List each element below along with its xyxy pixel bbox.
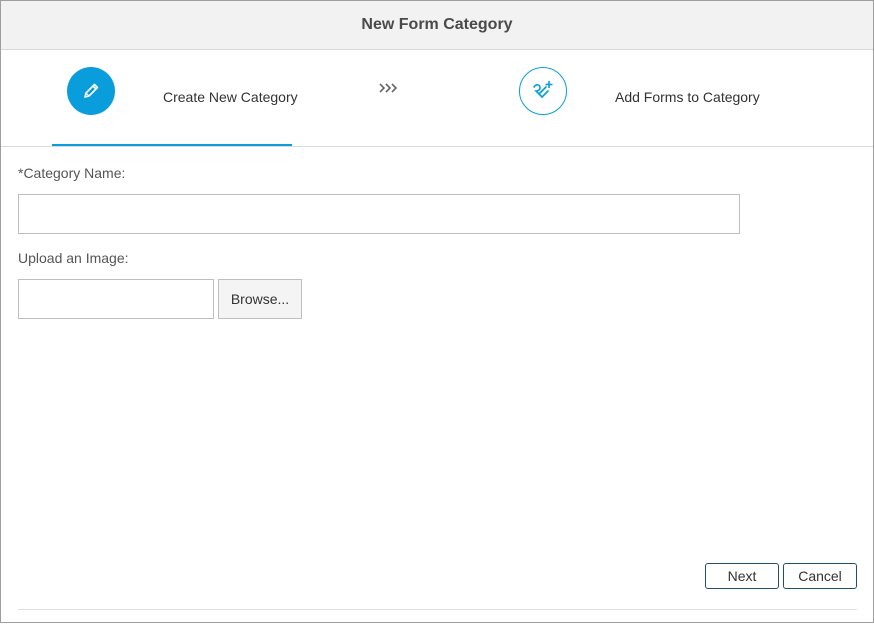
dialog-titlebar: New Form Category xyxy=(1,1,873,50)
step-label-add-forms: Add Forms to Category xyxy=(615,89,760,105)
wizard-steps: Create New Category Add Forms to Categor… xyxy=(1,50,873,147)
upload-image-path-input[interactable] xyxy=(18,279,214,319)
pencil-icon xyxy=(84,83,99,98)
add-forms-icon xyxy=(533,81,553,98)
next-button[interactable]: Next xyxy=(705,563,779,589)
wizard-step-add-forms[interactable]: Add Forms to Category xyxy=(519,67,760,115)
dialog-title: New Form Category xyxy=(361,16,513,33)
category-name-input[interactable] xyxy=(18,194,740,234)
triple-chevron-right-icon xyxy=(379,83,398,93)
step-label-create-category: Create New Category xyxy=(163,89,298,105)
browse-button[interactable]: Browse... xyxy=(218,279,302,319)
cancel-button[interactable]: Cancel xyxy=(783,563,857,589)
step-circle-active xyxy=(67,67,115,115)
footer-divider xyxy=(18,609,857,610)
active-step-indicator xyxy=(52,144,292,146)
step-circle-inactive xyxy=(519,67,567,115)
category-name-label: *Category Name: xyxy=(18,165,126,181)
upload-image-label: Upload an Image: xyxy=(18,250,129,266)
new-form-category-dialog: New Form Category Create New Category Ad… xyxy=(0,0,874,623)
wizard-step-create-category[interactable]: Create New Category xyxy=(67,67,298,115)
